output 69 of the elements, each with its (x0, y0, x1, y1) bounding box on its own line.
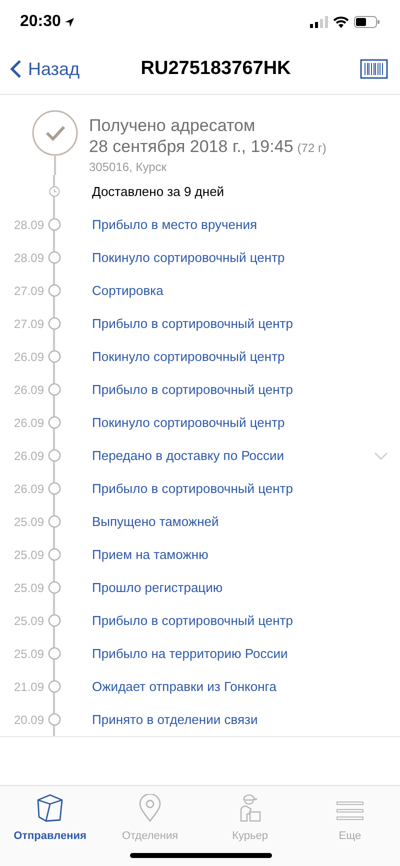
event-date: 26.09 (12, 448, 44, 464)
event-link[interactable]: Покинуло сортировочный центр (92, 346, 285, 366)
timeline-dot-icon (48, 218, 60, 231)
event-link[interactable]: Покинуло сортировочный центр (92, 412, 285, 432)
location-arrow-icon (64, 16, 75, 28)
event-date: 26.09 (12, 348, 44, 366)
event-link[interactable]: Принято в отделении связи (92, 710, 258, 730)
event-date: 25.09 (12, 580, 44, 596)
timeline-dot-icon (48, 515, 60, 528)
timeline-dot-icon (48, 548, 60, 561)
event-date: 28.09 (12, 250, 44, 266)
wifi-icon (333, 16, 349, 28)
back-button[interactable]: Назад (10, 56, 80, 82)
event-link[interactable]: Прием на таможню (92, 544, 208, 564)
event-link[interactable]: Сортировка (92, 280, 164, 300)
event-link[interactable]: Выпущено таможней (92, 512, 219, 532)
timeline-dot-icon (48, 614, 60, 627)
check-icon (32, 110, 78, 156)
nav-title: RU275183767HK (140, 56, 291, 81)
status-time: 20:30 (20, 12, 61, 32)
timeline-dot-icon (48, 317, 60, 330)
timeline-dot-icon (48, 416, 60, 429)
event-link[interactable]: Ожидает отправки из Гонконга (92, 676, 276, 696)
event-date: 21.09 (12, 678, 44, 696)
menu-icon (336, 800, 364, 822)
event-link[interactable]: Прибыло в место вручения (92, 214, 258, 234)
event-date: 25.09 (12, 546, 44, 564)
battery-icon (354, 16, 380, 28)
event-date: 20.09 (12, 712, 44, 728)
timeline-dot-icon (48, 284, 60, 297)
event-date: 28.09 (12, 216, 44, 234)
timeline-dot-icon (48, 713, 60, 726)
clock-icon (48, 186, 60, 197)
event-date: 26.09 (12, 414, 44, 432)
signal-icon (310, 16, 328, 28)
timeline-dot-icon (48, 449, 60, 462)
delivery-date: 28 сентября 2018 г., 19:45 (89, 136, 294, 158)
event-date: 25.09 (12, 646, 44, 662)
delivery-duration: Доставлено за 9 дней (92, 182, 224, 201)
timeline-dot-icon (48, 647, 60, 660)
event-link[interactable]: Прибыло в сортировочный центр (92, 478, 293, 498)
event-link[interactable]: Прибыло в сортировочный центр (92, 314, 293, 334)
timeline-dot-icon (48, 383, 60, 396)
courier-icon (238, 794, 262, 822)
event-date: 27.09 (12, 282, 44, 300)
event-link[interactable]: Прибыло в сортировочный центр (92, 610, 293, 630)
event-link[interactable]: Передано в доставку по России (92, 446, 284, 466)
timeline-dot-icon (48, 350, 60, 363)
timeline-dot-icon (48, 581, 60, 594)
event-date: 27.09 (12, 316, 44, 332)
event-date: 26.09 (12, 480, 44, 498)
timeline-dot-icon (48, 482, 60, 495)
event-date: 26.09 (12, 382, 44, 398)
chevron-left-icon (10, 59, 22, 79)
timeline-dot-icon (48, 680, 60, 693)
barcode-icon[interactable] (360, 59, 388, 79)
tab-item[interactable]: Отправления (0, 792, 100, 866)
event-link[interactable]: Прибыло в сортировочный центр (92, 380, 293, 400)
event-link[interactable]: Покинуло сортировочный центр (92, 248, 285, 268)
delivery-place: 305016, Курск (89, 159, 168, 175)
event-link[interactable]: Прошло регистрацию (92, 578, 223, 598)
parcel-weight: (72 г) (297, 140, 326, 157)
event-link[interactable]: Прибыло на территорию России (92, 644, 288, 664)
event-date: 25.09 (12, 612, 44, 630)
map-pin-icon (138, 794, 162, 822)
event-date: 25.09 (12, 514, 44, 530)
box-icon (37, 794, 63, 822)
timeline-dot-icon (48, 251, 60, 264)
status-title: Получено адресатом (89, 116, 256, 136)
